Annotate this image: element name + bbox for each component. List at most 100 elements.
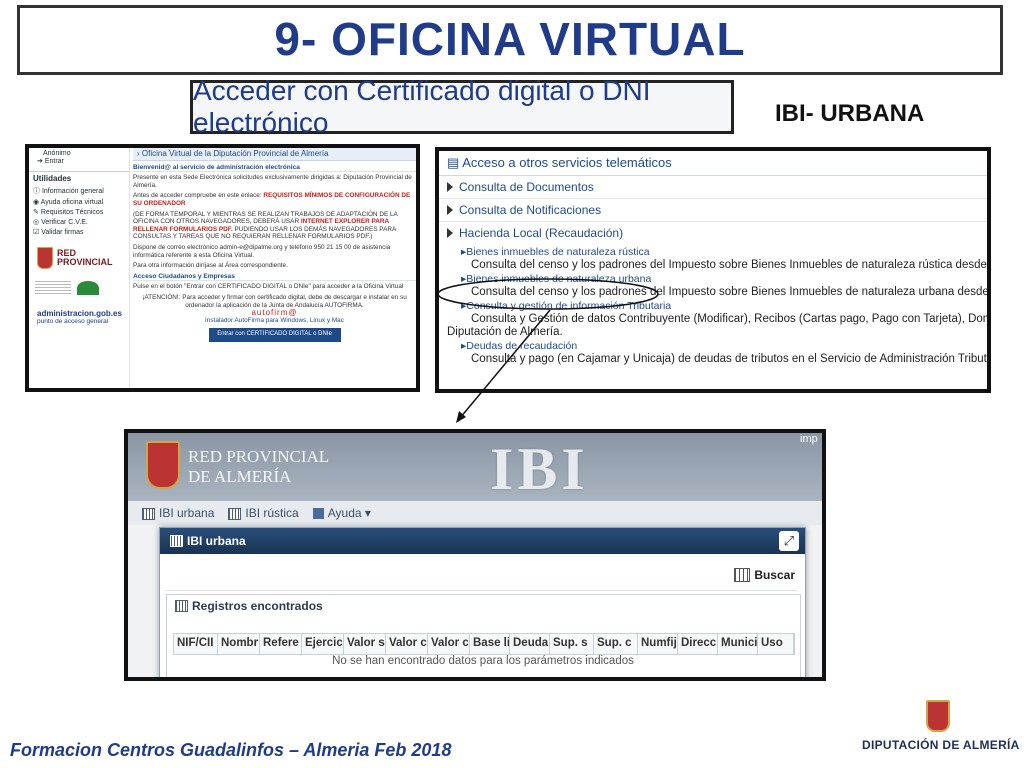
slide-title: 9- OFICINA VIRTUAL	[274, 13, 746, 65]
slide-footer: Formacion Centros Guadalinfos – Almeria …	[10, 740, 452, 760]
subservice-urbana[interactable]: ▸Bienes inmuebles de naturaleza urbana	[439, 271, 987, 285]
shield-icon	[37, 247, 53, 269]
utility-label: Ayuda oficina virtual	[40, 199, 104, 206]
column-header[interactable]: Munici	[718, 634, 758, 654]
requirements-text: Antes de acceder compruebe en este enlac…	[133, 192, 262, 200]
services-header: ▤ Acceso a otros servicios telemáticos	[439, 151, 987, 176]
column-header[interactable]: Valor c	[428, 634, 470, 654]
app-brand: RED PROVINCIAL DE ALMERÍA	[188, 447, 329, 487]
user-label: Anónimo	[43, 150, 71, 157]
menu-label: IBI rústica	[245, 506, 299, 520]
administracion-logo[interactable]: administracion.gob.es	[29, 295, 129, 318]
brand-line: DE ALMERÍA	[188, 467, 292, 486]
column-header[interactable]: Sup. c	[594, 634, 638, 654]
column-header[interactable]: Valor s	[344, 634, 386, 654]
autofirma-notice: ¡ATENCIÓN!: Para acceder y firmar con ce…	[142, 293, 407, 309]
login-link[interactable]: ➔ Entrar	[29, 157, 129, 165]
access-heading: Acceso Ciudadanos y Empresas	[133, 273, 416, 282]
utility-item-verify[interactable]: ◎ Verificar C.V.E.	[29, 217, 129, 227]
utility-label: Verificar C.V.E.	[41, 219, 88, 226]
subservice-tributaria[interactable]: ▸Consulta y gestión de información Tribu…	[439, 298, 987, 312]
utility-item-requirements[interactable]: ✎ Requisitos Técnicos	[29, 207, 129, 217]
column-header[interactable]: Sup. s	[550, 634, 594, 654]
red-provincial-logo: RED PROVINCIAL	[29, 237, 129, 269]
welcome-heading: Bienvenid@ al servicio de administración…	[133, 164, 416, 173]
oficina-virtual-screenshot: Anónimo ➔ Entrar Utilidades ⓘ Informació…	[25, 144, 420, 392]
results-title-text: Registros encontrados	[192, 599, 323, 613]
dialog-titlebar: IBI urbana	[160, 528, 805, 554]
column-header[interactable]: NIF/CII	[174, 634, 218, 654]
junta-andalucia-icon	[77, 281, 99, 295]
utility-item-help[interactable]: ◉ Ayuda oficina virtual	[29, 197, 129, 207]
help-icon	[312, 508, 324, 520]
subservice-rustica[interactable]: ▸Bienes inmuebles de naturaleza rústica	[439, 244, 987, 258]
column-header[interactable]: Direcc	[678, 634, 718, 654]
utility-label: Información general	[41, 188, 104, 195]
oficina-header: › Oficina Virtual de la Diputación Provi…	[133, 148, 416, 161]
column-header[interactable]: Uso	[758, 634, 794, 654]
service-documents[interactable]: Consulta de Documentos	[439, 176, 987, 199]
service-hacienda[interactable]: Hacienda Local (Recaudación)	[439, 222, 987, 244]
brand-line: RED PROVINCIAL	[188, 447, 330, 466]
arrowhead-icon	[456, 411, 466, 423]
column-header[interactable]: Refere	[260, 634, 302, 654]
chevron-right-icon	[447, 182, 453, 192]
utility-item-info[interactable]: ⓘ Información general	[29, 185, 129, 197]
subservice-description: Consulta del censo y los padrones del Im…	[471, 286, 989, 298]
column-header[interactable]: Numfij	[638, 634, 678, 654]
column-header[interactable]: Base li	[470, 634, 510, 654]
subservice-label: Bienes inmuebles de naturaleza urbana	[466, 273, 652, 285]
grid-icon	[170, 535, 183, 547]
results-title: Registros encontrados	[175, 599, 323, 613]
corner-text: imp	[800, 433, 818, 445]
oficina-header-text: Oficina Virtual de la Diputación Provinc…	[141, 149, 329, 158]
ibi-urbana-dialog: IBI urbana ⤢ Buscar Registros encontrado…	[159, 527, 806, 677]
funding-logos	[29, 269, 129, 295]
app-menu: IBI urbana IBI rústica Ayuda ▾	[128, 501, 822, 525]
search-icon	[734, 568, 751, 582]
dialog-title: IBI urbana	[187, 534, 246, 548]
utilities-title: Utilidades	[29, 171, 129, 185]
service-label: Consulta de Documentos	[459, 180, 594, 194]
autofirma-installer-link[interactable]: Instalador AutoFirma para Windows, Linux…	[133, 317, 416, 325]
services-header-text: Acceso a otros servicios telemáticos	[462, 155, 672, 170]
column-header[interactable]: Ejercic	[302, 634, 344, 654]
contact-paragraph: Dispone de correo electrónico admin-e@di…	[133, 243, 391, 259]
browser-notice: (DE FORMA TEMPORAL Y MIENTRAS SE REALIZA…	[133, 211, 416, 241]
search-button[interactable]: Buscar	[734, 568, 795, 582]
column-header[interactable]: Valor c	[386, 634, 428, 654]
menu-label: IBI urbana	[159, 506, 215, 520]
subservice-description: Diputación de Almería.	[447, 326, 563, 338]
shield-icon	[926, 700, 950, 732]
subservice-description: Consulta y pago (en Cajamar y Unicaja) d…	[471, 353, 987, 365]
subservice-deudas[interactable]: ▸Deudas de recaudación	[439, 338, 987, 352]
menu-ayuda[interactable]: Ayuda ▾	[312, 506, 371, 520]
menu-label: Ayuda	[327, 506, 362, 520]
enter-certificate-button[interactable]: Entrar con CERTIFICADO DIGITAL o DNIe	[208, 328, 341, 342]
service-label: Hacienda Local (Recaudación)	[459, 226, 624, 240]
service-notifications[interactable]: Consulta de Notificaciones	[439, 199, 987, 222]
grid-icon	[228, 507, 242, 520]
service-label: Consulta de Notificaciones	[459, 203, 602, 217]
access-paragraph: Pulse en el botón "Entrar con CERTIFICAD…	[133, 283, 404, 291]
no-data-message: No se han encontrado datos para los pará…	[332, 655, 634, 667]
footer-brand: DIPUTACIÓN DE ALMERÍA	[862, 738, 1020, 752]
subservice-description: Consulta y Gestión de datos Contribuyent…	[471, 313, 987, 325]
results-table-header: NIF/CII Nombr Refere Ejercic Valor s Valor cV…	[173, 633, 795, 655]
menu-ibi-rustica[interactable]: IBI rústica	[228, 506, 299, 520]
certificate-access-banner[interactable]: Acceder con Certificado digital o DNI el…	[190, 75, 734, 138]
utility-label: Validar firmas	[41, 229, 84, 236]
dialog-toolbar	[166, 558, 797, 591]
app-header: RED PROVINCIAL DE ALMERÍA IBI imp	[128, 433, 822, 502]
grid-icon	[175, 600, 188, 612]
requirements-paragraph: Antes de acceder compruebe en este enlac…	[133, 192, 416, 207]
column-header[interactable]: Nombr	[218, 634, 260, 654]
maximize-icon[interactable]: ⤢	[779, 531, 799, 551]
menu-ibi-urbana[interactable]: IBI urbana	[142, 506, 214, 520]
column-header[interactable]: Deuda	[510, 634, 550, 654]
autofirma-logo: autofirm@	[251, 308, 298, 318]
utility-item-signatures[interactable]: ☑ Validar firmas	[29, 227, 129, 237]
section-label: IBI- URBANA	[775, 100, 925, 127]
chevron-right-icon	[447, 205, 453, 215]
search-label: Buscar	[754, 568, 795, 582]
